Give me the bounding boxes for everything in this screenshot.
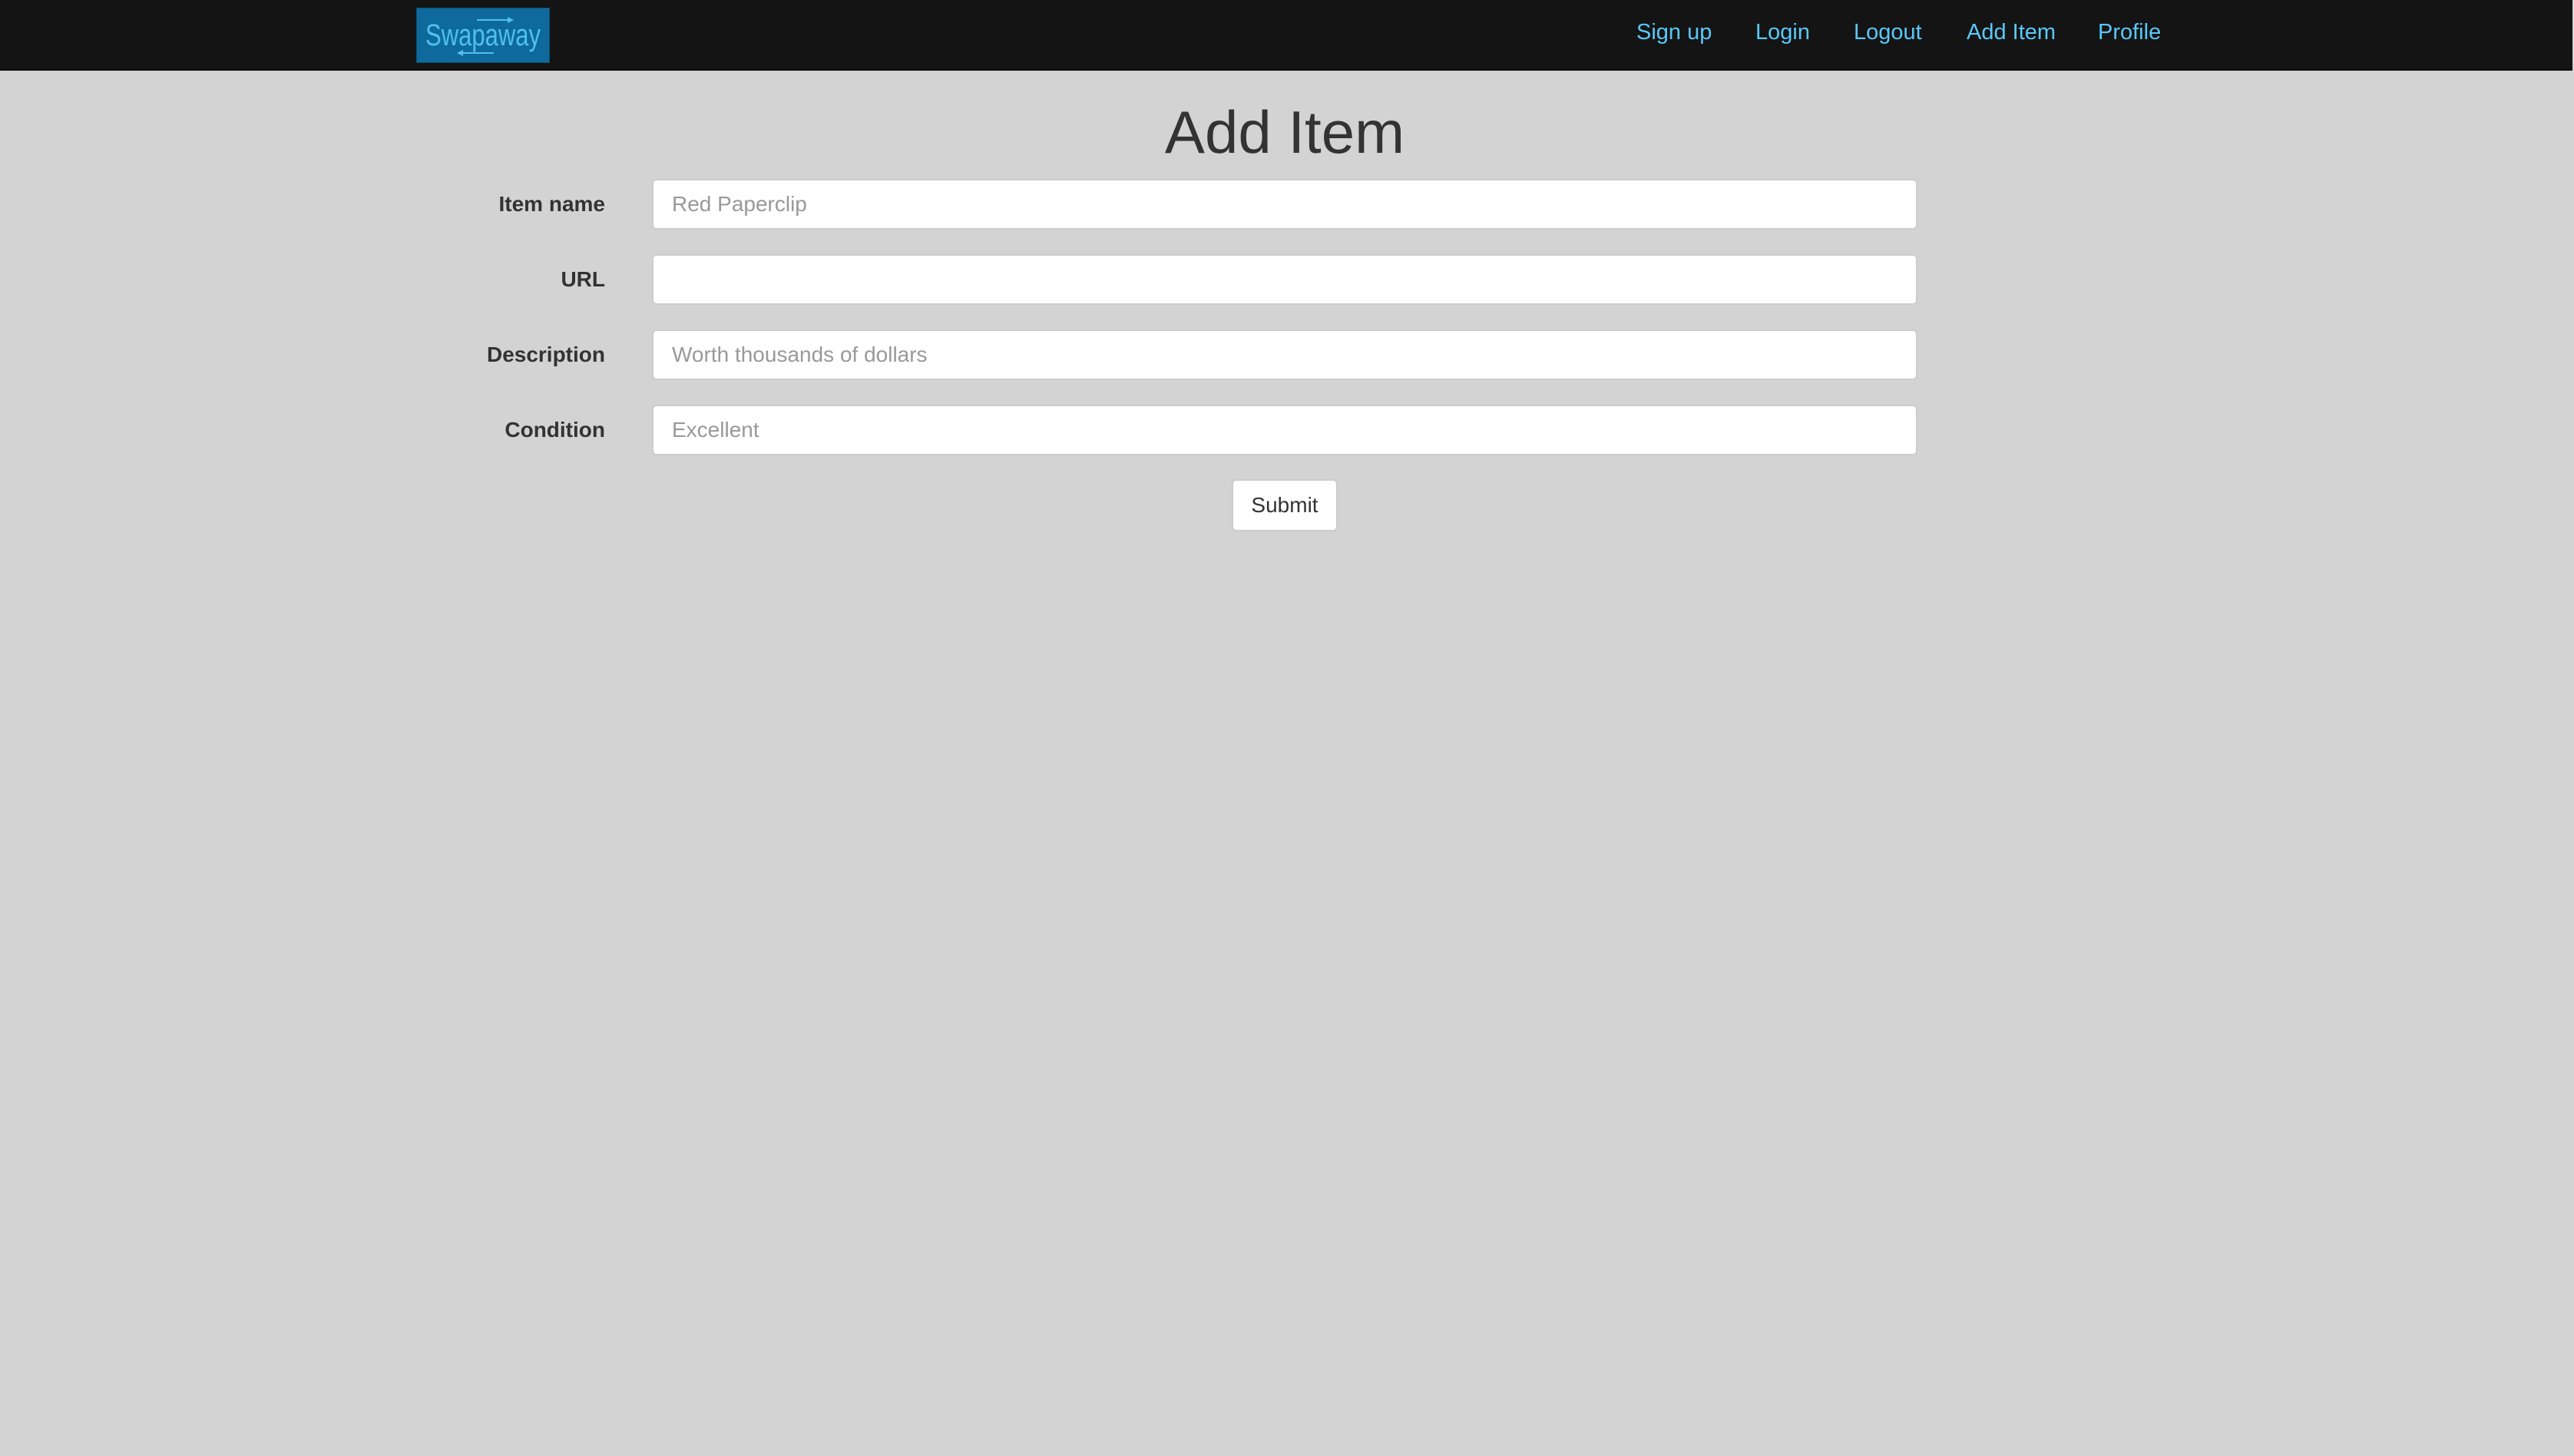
nav-logout-link[interactable]: Logout: [1854, 18, 1922, 46]
nav-profile-link[interactable]: Profile: [2098, 18, 2161, 46]
description-row: Description: [0, 329, 2574, 380]
nav-sign-up-link[interactable]: Sign up: [1636, 18, 1712, 46]
item-name-label: Item name: [498, 192, 606, 216]
swapaway-logo-icon: Swapaway: [425, 17, 541, 56]
submit-button[interactable]: Submit: [1232, 479, 1338, 531]
page-title: Add Item: [1164, 98, 1405, 166]
item-name-row: Item name: [0, 179, 2574, 230]
condition-label: Condition: [505, 418, 605, 442]
brand-text: Swapaway: [425, 18, 541, 52]
url-input[interactable]: [652, 254, 1917, 305]
navbar: Swapaway Sign up Login Logout Add Item P…: [0, 0, 2572, 71]
nav-login-link[interactable]: Login: [1755, 18, 1810, 46]
description-input[interactable]: [652, 329, 1917, 380]
brand-logo[interactable]: Swapaway: [416, 8, 550, 63]
nav-add-item-link[interactable]: Add Item: [1967, 18, 2056, 46]
condition-input[interactable]: [652, 405, 1917, 455]
url-label: URL: [561, 267, 605, 291]
description-label: Description: [486, 342, 605, 366]
condition-row: Condition: [0, 405, 2574, 455]
item-name-input[interactable]: [652, 179, 1917, 230]
url-row: URL: [0, 254, 2574, 305]
